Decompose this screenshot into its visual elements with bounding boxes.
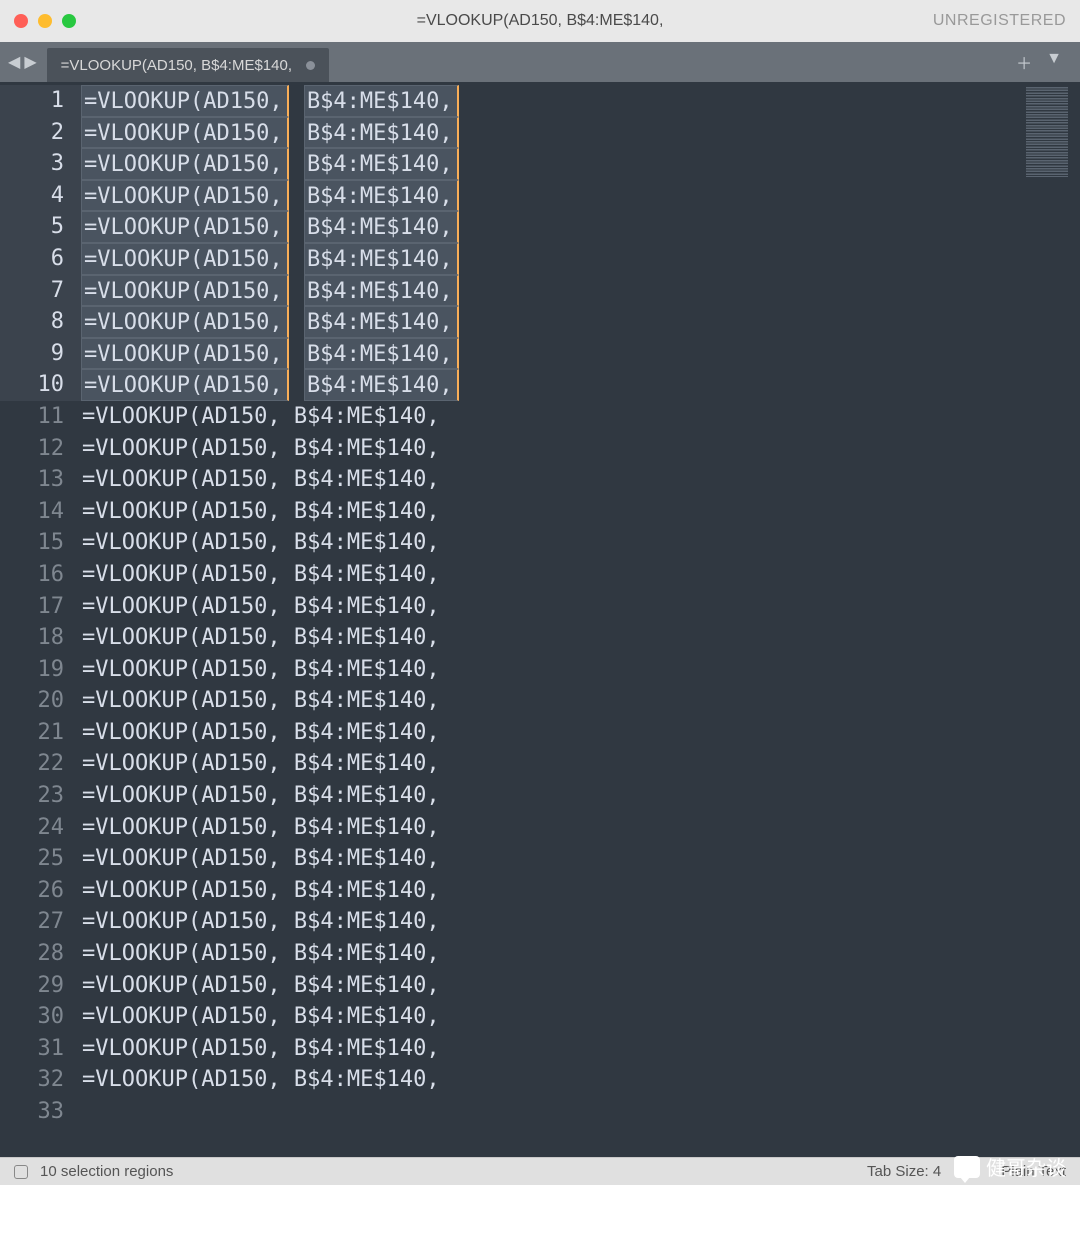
- tab-label: =VLOOKUP(AD150, B$4:ME$140,: [61, 57, 292, 74]
- bottom-padding: [0, 1185, 1080, 1243]
- code-line[interactable]: =VLOOKUP(AD150, B$4:ME$140,: [82, 717, 1080, 749]
- line-number[interactable]: 21: [0, 717, 82, 749]
- tab-dirty-indicator-icon: [306, 61, 315, 70]
- tab-nav-arrows: ◀ ▶: [8, 52, 47, 72]
- window-maximize-button[interactable]: [62, 14, 76, 28]
- code-line[interactable]: =VLOOKUP(AD150, B$4:ME$140,: [82, 938, 1080, 970]
- wechat-icon: [954, 1156, 980, 1178]
- line-number[interactable]: 18: [0, 622, 82, 654]
- code-line[interactable]: =VLOOKUP(AD150, B$4:ME$140,: [82, 970, 1080, 1002]
- code-line[interactable]: =VLOOKUP(AD150, B$4:ME$140,: [82, 1001, 1080, 1033]
- code-line[interactable]: =VLOOKUP(AD150, B$4:ME$140,: [82, 180, 1080, 212]
- line-number[interactable]: 9: [0, 338, 82, 370]
- line-number[interactable]: 8: [0, 306, 82, 338]
- code-line[interactable]: =VLOOKUP(AD150, B$4:ME$140,: [82, 401, 1080, 433]
- code-line[interactable]: [82, 1096, 1080, 1128]
- line-number[interactable]: 2: [0, 117, 82, 149]
- line-number[interactable]: 13: [0, 464, 82, 496]
- code-line[interactable]: =VLOOKUP(AD150, B$4:ME$140,: [82, 654, 1080, 686]
- line-number[interactable]: 30: [0, 1001, 82, 1033]
- code-line[interactable]: =VLOOKUP(AD150, B$4:ME$140,: [82, 369, 1080, 401]
- line-number[interactable]: 31: [0, 1033, 82, 1065]
- line-number[interactable]: 23: [0, 780, 82, 812]
- code-line[interactable]: =VLOOKUP(AD150, B$4:ME$140,: [82, 748, 1080, 780]
- code-line[interactable]: =VLOOKUP(AD150, B$4:ME$140,: [82, 338, 1080, 370]
- line-number[interactable]: 24: [0, 812, 82, 844]
- line-number[interactable]: 1: [0, 85, 82, 117]
- code-line[interactable]: =VLOOKUP(AD150, B$4:ME$140,: [82, 1064, 1080, 1096]
- watermark: 健哥杂谈: [954, 1152, 1066, 1181]
- window-close-button[interactable]: [14, 14, 28, 28]
- line-number[interactable]: 29: [0, 970, 82, 1002]
- minimap[interactable]: [1026, 87, 1068, 177]
- code-line[interactable]: =VLOOKUP(AD150, B$4:ME$140,: [82, 780, 1080, 812]
- code-line[interactable]: =VLOOKUP(AD150, B$4:ME$140,: [82, 117, 1080, 149]
- window-title: =VLOOKUP(AD150, B$4:ME$140,: [417, 12, 664, 30]
- panel-toggle-icon[interactable]: [14, 1165, 28, 1179]
- code-line[interactable]: =VLOOKUP(AD150, B$4:ME$140,: [82, 243, 1080, 275]
- registration-status: UNREGISTERED: [933, 12, 1066, 30]
- tab-nav-forward-icon[interactable]: ▶: [24, 52, 36, 72]
- traffic-lights: [14, 14, 76, 28]
- line-number[interactable]: 17: [0, 591, 82, 623]
- tab-bar: ◀ ▶ =VLOOKUP(AD150, B$4:ME$140, ＋ ▼: [0, 42, 1080, 82]
- watermark-text: 健哥杂谈: [986, 1152, 1066, 1181]
- status-tab-size[interactable]: Tab Size: 4: [867, 1163, 941, 1180]
- new-tab-icon[interactable]: ＋: [1016, 50, 1032, 74]
- line-number[interactable]: 20: [0, 685, 82, 717]
- line-number[interactable]: 32: [0, 1064, 82, 1096]
- code-line[interactable]: =VLOOKUP(AD150, B$4:ME$140,: [82, 433, 1080, 465]
- code-line[interactable]: =VLOOKUP(AD150, B$4:ME$140,: [82, 1033, 1080, 1065]
- line-number[interactable]: 28: [0, 938, 82, 970]
- line-number[interactable]: 16: [0, 559, 82, 591]
- editor-area[interactable]: 1234567891011121314151617181920212223242…: [0, 82, 1080, 1157]
- code-line[interactable]: =VLOOKUP(AD150, B$4:ME$140,: [82, 843, 1080, 875]
- window-minimize-button[interactable]: [38, 14, 52, 28]
- line-number[interactable]: 5: [0, 211, 82, 243]
- code-line[interactable]: =VLOOKUP(AD150, B$4:ME$140,: [82, 812, 1080, 844]
- code-line[interactable]: =VLOOKUP(AD150, B$4:ME$140,: [82, 622, 1080, 654]
- tab-nav-back-icon[interactable]: ◀: [8, 52, 20, 72]
- tab-bar-right: ＋ ▼: [1016, 50, 1072, 74]
- code-line[interactable]: =VLOOKUP(AD150, B$4:ME$140,: [82, 559, 1080, 591]
- line-number[interactable]: 4: [0, 180, 82, 212]
- line-number[interactable]: 15: [0, 527, 82, 559]
- code-content[interactable]: =VLOOKUP(AD150, B$4:ME$140,=VLOOKUP(AD15…: [82, 82, 1080, 1157]
- line-number[interactable]: 14: [0, 496, 82, 528]
- line-number[interactable]: 7: [0, 275, 82, 307]
- line-number[interactable]: 6: [0, 243, 82, 275]
- line-number[interactable]: 25: [0, 843, 82, 875]
- status-selection-info[interactable]: 10 selection regions: [40, 1163, 173, 1180]
- code-line[interactable]: =VLOOKUP(AD150, B$4:ME$140,: [82, 685, 1080, 717]
- line-number[interactable]: 3: [0, 148, 82, 180]
- line-number[interactable]: 11: [0, 401, 82, 433]
- code-line[interactable]: =VLOOKUP(AD150, B$4:ME$140,: [82, 906, 1080, 938]
- line-number[interactable]: 22: [0, 748, 82, 780]
- line-number-gutter[interactable]: 1234567891011121314151617181920212223242…: [0, 82, 82, 1157]
- window-titlebar[interactable]: =VLOOKUP(AD150, B$4:ME$140, UNREGISTERED: [0, 0, 1080, 42]
- line-number[interactable]: 27: [0, 906, 82, 938]
- code-line[interactable]: =VLOOKUP(AD150, B$4:ME$140,: [82, 527, 1080, 559]
- code-line[interactable]: =VLOOKUP(AD150, B$4:ME$140,: [82, 306, 1080, 338]
- line-number[interactable]: 10: [0, 369, 82, 401]
- code-line[interactable]: =VLOOKUP(AD150, B$4:ME$140,: [82, 275, 1080, 307]
- line-number[interactable]: 26: [0, 875, 82, 907]
- code-line[interactable]: =VLOOKUP(AD150, B$4:ME$140,: [82, 85, 1080, 117]
- code-line[interactable]: =VLOOKUP(AD150, B$4:ME$140,: [82, 148, 1080, 180]
- code-line[interactable]: =VLOOKUP(AD150, B$4:ME$140,: [82, 591, 1080, 623]
- tab-active[interactable]: =VLOOKUP(AD150, B$4:ME$140,: [47, 48, 329, 82]
- code-line[interactable]: =VLOOKUP(AD150, B$4:ME$140,: [82, 496, 1080, 528]
- tab-dropdown-icon[interactable]: ▼: [1046, 50, 1062, 74]
- code-line[interactable]: =VLOOKUP(AD150, B$4:ME$140,: [82, 211, 1080, 243]
- status-bar: 10 selection regions Tab Size: 4 Plain T…: [0, 1157, 1080, 1185]
- code-line[interactable]: =VLOOKUP(AD150, B$4:ME$140,: [82, 464, 1080, 496]
- line-number[interactable]: 33: [0, 1096, 82, 1128]
- line-number[interactable]: 19: [0, 654, 82, 686]
- code-line[interactable]: =VLOOKUP(AD150, B$4:ME$140,: [82, 875, 1080, 907]
- line-number[interactable]: 12: [0, 433, 82, 465]
